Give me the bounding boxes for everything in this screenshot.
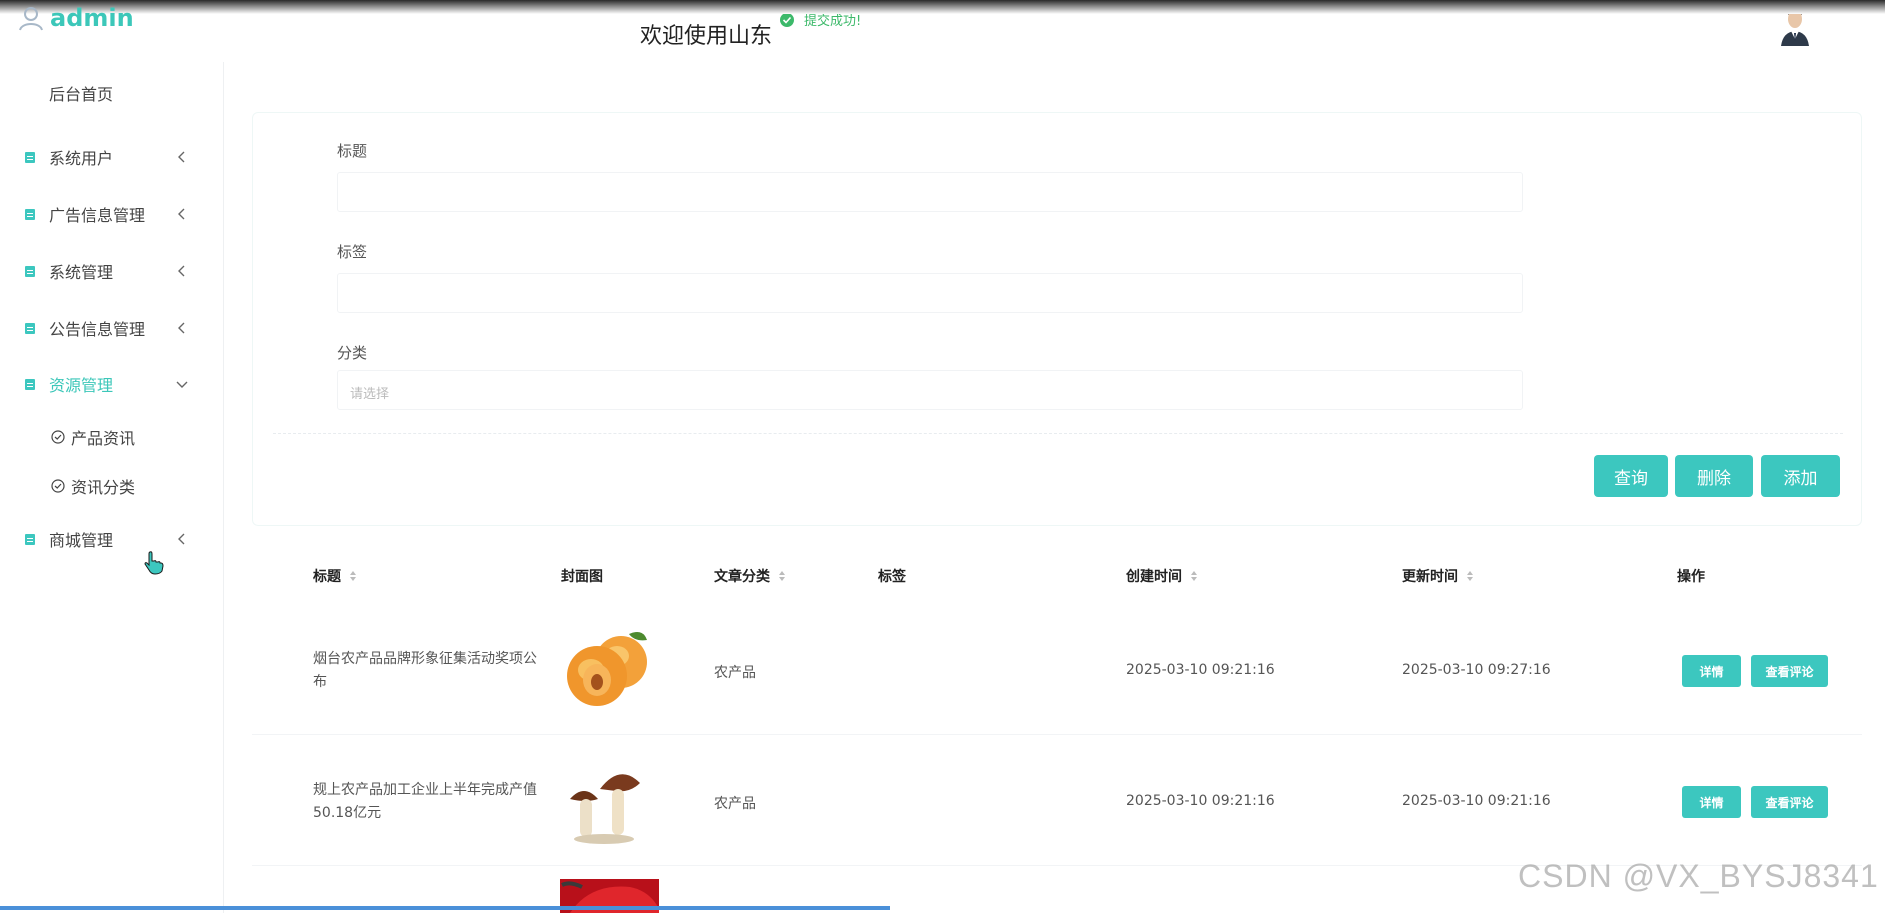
welcome-title: 欢迎使用山东 [640,24,773,49]
sidebar-subitem-label: 产品资讯 [71,429,136,448]
sidebar-item-label: 系统用户 [49,149,114,168]
chevron-left-icon [178,208,185,220]
column-actions-label: 操作 [1677,569,1705,585]
user-icon [19,7,43,31]
sort-icon [350,571,356,581]
chevron-left-icon [178,151,185,163]
chevron-down-icon [176,381,188,388]
table-row: 规上农产品加工企业上半年完成产值50.18亿元 农产品 2025-03-10 0… [252,735,1862,866]
document-icon [25,151,35,163]
row-updated: 2025-03-10 09:27:16 [1402,662,1551,678]
view-comments-button[interactable]: 查看评论 [1751,655,1828,687]
sidebar-subitem-product-news[interactable]: 产品资讯 [0,420,224,454]
column-tag-label: 标签 [878,569,906,585]
sidebar-subitem-news-category[interactable]: 资讯分类 [0,469,224,503]
column-title-label: 标题 [313,569,341,585]
check-circle-outline-icon [51,479,65,493]
query-button[interactable]: 查询 [1594,455,1668,497]
column-created-label: 创建时间 [1126,569,1182,585]
column-cover-label: 封面图 [561,569,603,585]
sort-icon [779,571,785,581]
cover-image-apricots [567,632,647,706]
sidebar-item-notice-management[interactable]: 公告信息管理 [0,308,224,348]
hand-cursor-icon [144,551,164,575]
row-created: 2025-03-10 09:21:16 [1126,793,1275,809]
tag-label: 标签 [337,243,368,261]
table-header: 标题 封面图 文章分类 标签 创建时间 更新时间 操作 [252,558,1862,594]
sidebar-item-label: 公告信息管理 [49,320,146,339]
row-category: 农产品 [714,665,756,681]
sidebar-item-system-management[interactable]: 系统管理 [0,251,224,291]
column-tag: 标签 [878,566,906,586]
table-row: 烟台农产品品牌形象征集活动奖项公布 农产品 2025-03-10 09:21:1… [252,604,1862,735]
sidebar-item-label: 商城管理 [49,531,114,550]
title-input[interactable] [337,172,1523,212]
detail-button[interactable]: 详情 [1682,655,1741,687]
logo-text: admin [50,4,134,32]
row-created: 2025-03-10 09:21:16 [1126,662,1275,678]
chevron-left-icon [178,533,185,545]
sidebar-subitem-label: 资讯分类 [71,478,136,497]
column-cover: 封面图 [561,566,603,586]
document-icon [25,533,35,545]
column-updated[interactable]: 更新时间 [1402,566,1474,586]
column-category[interactable]: 文章分类 [714,566,786,586]
sidebar-item-label: 广告信息管理 [49,206,146,225]
watermark: CSDN @VX_BYSJ8341 [1518,858,1879,894]
sidebar-item-system-users[interactable]: 系统用户 [0,137,224,177]
sidebar-item-resource-management[interactable]: 资源管理 [0,364,224,404]
search-form: 标题 标签 分类 请选择 查询 删除 添加 [252,112,1862,526]
chevron-left-icon [178,322,185,334]
check-circle-icon [780,12,794,27]
sidebar-item-mall-management[interactable]: 商城管理 [0,519,224,559]
row-category: 农产品 [714,796,756,812]
view-comments-button[interactable]: 查看评论 [1751,786,1828,818]
document-icon [25,208,35,220]
chevron-left-icon [178,265,185,277]
row-updated: 2025-03-10 09:21:16 [1402,793,1551,809]
sort-icon [1467,571,1473,581]
tag-input[interactable] [337,273,1523,313]
column-created[interactable]: 创建时间 [1126,566,1198,586]
sidebar: 后台首页 系统用户 广告信息管理 系统管理 公告信息管理 资源管理 产品资讯 资… [0,62,224,913]
row-title: 规上农产品加工企业上半年完成产值50.18亿元 [313,782,537,821]
sidebar-item-home[interactable]: 后台首页 [0,73,224,113]
sidebar-item-label: 后台首页 [49,85,114,104]
document-icon [25,322,35,334]
document-icon [25,378,35,390]
delete-button[interactable]: 删除 [1675,455,1753,497]
column-actions: 操作 [1677,566,1705,586]
check-circle-outline-icon [51,430,65,444]
window-top-strip [0,0,1885,14]
column-category-label: 文章分类 [714,569,770,585]
column-title[interactable]: 标题 [313,566,357,586]
sidebar-item-label: 系统管理 [49,263,114,282]
cover-image-mushrooms [570,774,640,844]
row-title: 烟台农产品品牌形象征集活动奖项公布 [313,651,537,690]
column-updated-label: 更新时间 [1402,569,1458,585]
category-select[interactable]: 请选择 [337,370,1523,410]
form-divider [273,433,1843,434]
sort-icon [1191,571,1197,581]
add-button[interactable]: 添加 [1761,455,1840,497]
logo: admin [18,4,134,32]
title-label: 标题 [337,142,368,160]
progress-bar [0,906,890,910]
sidebar-item-label: 资源管理 [49,376,114,395]
sidebar-item-ad-management[interactable]: 广告信息管理 [0,194,224,234]
document-icon [25,265,35,277]
category-label: 分类 [337,344,368,362]
detail-button[interactable]: 详情 [1682,786,1741,818]
